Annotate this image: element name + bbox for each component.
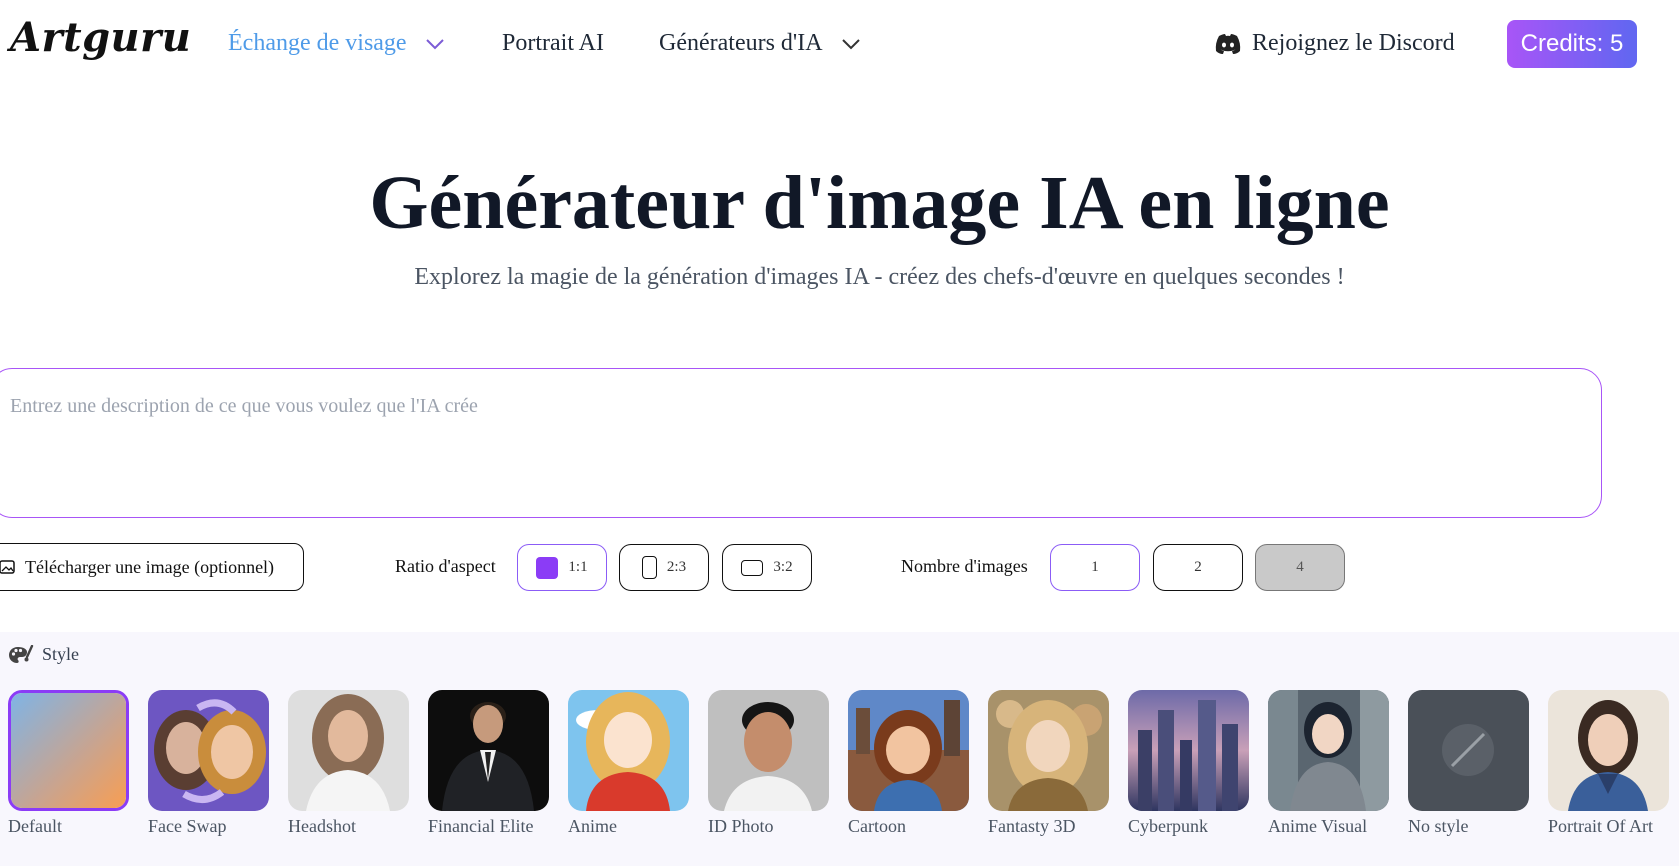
- credits-button[interactable]: Credits: 5: [1507, 20, 1637, 68]
- style-card-anime[interactable]: Anime: [568, 690, 689, 840]
- style-label: ID Photo: [708, 816, 774, 836]
- portrait-ratio-icon: [641, 556, 657, 579]
- aspect-ratio-label: Ratio d'aspect: [395, 556, 496, 576]
- discord-label: Rejoignez le Discord: [1252, 30, 1455, 56]
- style-card-face-swap[interactable]: Face Swap: [148, 690, 269, 840]
- nav-ai-generators[interactable]: Générateurs d'IA: [659, 30, 861, 57]
- chevron-down-icon: [841, 38, 860, 49]
- aspect-2-3-label: 2:3: [666, 559, 687, 575]
- style-heading: Style: [8, 644, 79, 665]
- aspect-1-1-button[interactable]: 1:1: [517, 544, 607, 591]
- style-heading-text: Style: [42, 644, 80, 664]
- style-label: Fantasty 3D: [988, 816, 1076, 836]
- style-label: Cyberpunk: [1128, 816, 1208, 836]
- style-card-portrait-of-art[interactable]: Portrait Of Art: [1548, 690, 1669, 840]
- style-thumbnail: [428, 690, 549, 811]
- image-count-label: Nombre d'images: [901, 556, 1028, 576]
- page-subtitle-text: Explorez la magie de la génération d'ima…: [414, 264, 1345, 290]
- nav-face-swap[interactable]: Échange de visage: [228, 30, 445, 57]
- style-label: Face Swap: [148, 816, 227, 836]
- style-thumbnail: [8, 690, 129, 811]
- style-label: Financial Elite: [428, 816, 534, 836]
- style-card-cyberpunk[interactable]: Cyberpunk: [1128, 690, 1249, 840]
- nav-portrait-ai-label: Portrait AI: [502, 30, 604, 56]
- style-thumbnail: [988, 690, 1109, 811]
- style-label: Anime: [568, 816, 617, 836]
- style-thumbnail: [288, 690, 409, 811]
- discord-icon: [1215, 33, 1241, 54]
- style-card-default[interactable]: Default: [8, 690, 129, 840]
- style-card-financial-elite[interactable]: Financial Elite: [428, 690, 549, 840]
- nav-face-swap-label: Échange de visage: [228, 30, 407, 56]
- image-icon: [0, 560, 15, 574]
- style-thumbnail: [1128, 690, 1249, 811]
- style-label: Portrait Of Art: [1548, 816, 1653, 836]
- count-4-label: 4: [1296, 559, 1304, 575]
- palette-icon: [9, 644, 34, 663]
- aspect-2-3-button[interactable]: 2:3: [619, 544, 709, 591]
- style-label: Anime Visual: [1268, 816, 1368, 836]
- style-card-id-photo[interactable]: ID Photo: [708, 690, 829, 840]
- discord-link[interactable]: Rejoignez le Discord: [1214, 30, 1455, 57]
- style-card-fantasy-3d[interactable]: Fantasty 3D: [988, 690, 1109, 840]
- count-2-label: 2: [1194, 559, 1202, 575]
- aspect-1-1-label: 1:1: [568, 559, 588, 575]
- page-subtitle: Explorez la magie de la génération d'ima…: [0, 264, 1679, 291]
- count-4-button: 4: [1255, 544, 1345, 591]
- top-navbar: Artguru Échange de visage Portrait AI Gé…: [0, 0, 1679, 90]
- style-thumbnail: [1548, 690, 1669, 811]
- style-label: No style: [1408, 816, 1469, 836]
- style-label: Cartoon: [848, 816, 906, 836]
- chevron-down-icon: [425, 38, 444, 49]
- style-card-anime-visual[interactable]: Anime Visual: [1268, 690, 1389, 840]
- page-title-text: Générateur d'image IA en ligne: [369, 161, 1390, 245]
- nav-ai-generators-label: Générateurs d'IA: [659, 30, 823, 56]
- style-thumbnail: [148, 690, 269, 811]
- style-thumbnail: [568, 690, 689, 811]
- style-panel: Style Default Face Swap Headshot Financi…: [0, 632, 1679, 866]
- page-title: Générateur d'image IA en ligne: [0, 160, 1679, 247]
- style-thumbnail: [1408, 690, 1529, 811]
- landscape-ratio-icon: [741, 559, 764, 576]
- prompt-input[interactable]: Entrez une description de ce que vous vo…: [0, 368, 1602, 518]
- style-thumbnail: [848, 690, 969, 811]
- nav-portrait-ai[interactable]: Portrait AI: [502, 30, 604, 57]
- style-card-no-style[interactable]: No style: [1408, 690, 1529, 840]
- style-thumbnail: [708, 690, 829, 811]
- count-1-button[interactable]: 1: [1050, 544, 1140, 591]
- aspect-3-2-button[interactable]: 3:2: [722, 544, 812, 591]
- prompt-placeholder: Entrez une description de ce que vous vo…: [10, 395, 478, 417]
- logo[interactable]: Artguru: [10, 14, 191, 61]
- style-label: Headshot: [288, 816, 356, 836]
- style-card-cartoon[interactable]: Cartoon: [848, 690, 969, 840]
- style-card-headshot[interactable]: Headshot: [288, 690, 409, 840]
- aspect-3-2-label: 3:2: [773, 559, 793, 575]
- style-label: Default: [8, 816, 62, 836]
- count-2-button[interactable]: 2: [1153, 544, 1243, 591]
- count-1-label: 1: [1091, 559, 1099, 575]
- upload-image-label: Télécharger une image (optionnel): [25, 556, 275, 577]
- style-thumbnail: [1268, 690, 1389, 811]
- upload-image-button[interactable]: Télécharger une image (optionnel): [0, 543, 304, 591]
- square-ratio-icon: [536, 556, 559, 579]
